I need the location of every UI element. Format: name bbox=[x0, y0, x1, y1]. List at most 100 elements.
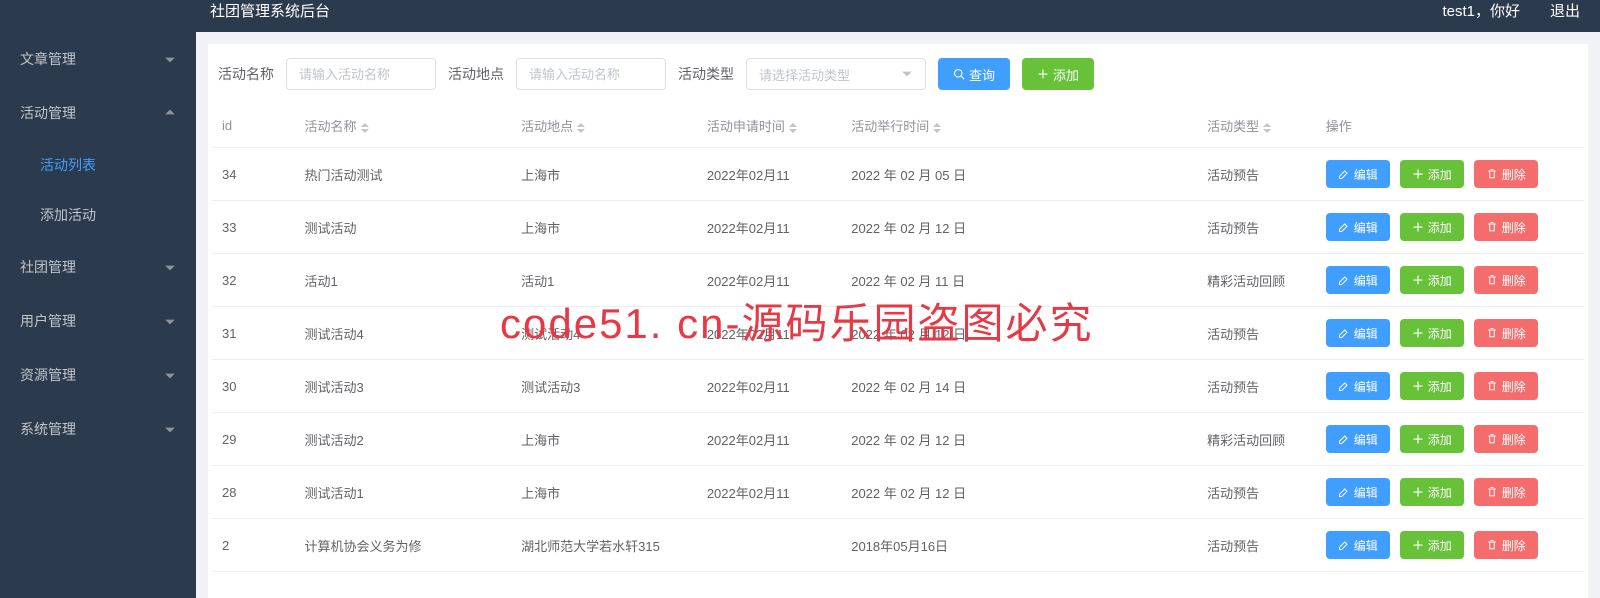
table-row: 28测试活动1上海市2022年02月112022 年 02 月 12 日活动预告… bbox=[212, 466, 1584, 519]
cell-id: 34 bbox=[212, 148, 295, 201]
cell-ops: 编辑添加删除 bbox=[1316, 466, 1584, 519]
chevron-down-icon bbox=[901, 68, 913, 80]
cell-ops: 编辑添加删除 bbox=[1316, 413, 1584, 466]
row-add-button[interactable]: 添加 bbox=[1400, 319, 1464, 347]
plus-icon bbox=[1412, 433, 1424, 445]
search-bar: 活动名称 活动地点 活动类型 请选择活动类型 查询 添加 bbox=[208, 44, 1588, 104]
chevron-down-icon bbox=[164, 369, 176, 381]
delete-button[interactable]: 删除 bbox=[1474, 213, 1538, 241]
cell-type: 活动预告 bbox=[1197, 519, 1316, 572]
sidebar-item-label: 资源管理 bbox=[20, 365, 76, 385]
delete-button[interactable]: 删除 bbox=[1474, 319, 1538, 347]
th-ops: 操作 bbox=[1316, 104, 1584, 148]
th-hold[interactable]: 活动举行时间 bbox=[841, 104, 1197, 148]
cell-apply: 2022年02月11 bbox=[697, 466, 841, 519]
edit-button[interactable]: 编辑 bbox=[1326, 372, 1390, 400]
cell-type: 精彩活动回顾 bbox=[1197, 254, 1316, 307]
cell-ops: 编辑添加删除 bbox=[1316, 254, 1584, 307]
sort-icon[interactable] bbox=[1263, 123, 1271, 133]
th-loc[interactable]: 活动地点 bbox=[511, 104, 697, 148]
search-name-input[interactable] bbox=[286, 58, 436, 90]
th-id[interactable]: id bbox=[212, 104, 295, 148]
edit-button[interactable]: 编辑 bbox=[1326, 160, 1390, 188]
th-type[interactable]: 活动类型 bbox=[1197, 104, 1316, 148]
cell-name: 测试活动 bbox=[295, 201, 512, 254]
delete-button[interactable]: 删除 bbox=[1474, 266, 1538, 294]
delete-button[interactable]: 删除 bbox=[1474, 531, 1538, 559]
edit-button[interactable]: 编辑 bbox=[1326, 531, 1390, 559]
delete-button[interactable]: 删除 bbox=[1474, 478, 1538, 506]
edit-icon bbox=[1338, 433, 1350, 445]
edit-button[interactable]: 编辑 bbox=[1326, 213, 1390, 241]
cell-loc: 上海市 bbox=[511, 201, 697, 254]
cell-loc: 活动1 bbox=[511, 254, 697, 307]
sidebar-item-articles[interactable]: 文章管理 bbox=[0, 32, 196, 86]
cell-name: 测试活动4 bbox=[295, 307, 512, 360]
table-row: 34热门活动测试上海市2022年02月112022 年 02 月 05 日活动预… bbox=[212, 148, 1584, 201]
search-type-select[interactable]: 请选择活动类型 bbox=[746, 58, 926, 90]
sidebar-item-users[interactable]: 用户管理 bbox=[0, 294, 196, 348]
edit-button[interactable]: 编辑 bbox=[1326, 319, 1390, 347]
cell-type: 活动预告 bbox=[1197, 466, 1316, 519]
row-add-button[interactable]: 添加 bbox=[1400, 478, 1464, 506]
cell-ops: 编辑添加删除 bbox=[1316, 148, 1584, 201]
cell-name: 热门活动测试 bbox=[295, 148, 512, 201]
cell-loc: 上海市 bbox=[511, 148, 697, 201]
button-label: 查询 bbox=[969, 65, 995, 84]
app-header: 社团管理系统后台 test1，你好 退出 bbox=[0, 0, 1600, 32]
cell-type: 活动预告 bbox=[1197, 201, 1316, 254]
table-row: 2计算机协会义务为修湖北师范大学若水轩3152018年05月16日活动预告编辑添… bbox=[212, 519, 1584, 572]
sidebar-item-clubs[interactable]: 社团管理 bbox=[0, 240, 196, 294]
chevron-down-icon bbox=[164, 315, 176, 327]
cell-id: 29 bbox=[212, 413, 295, 466]
cell-loc: 湖北师范大学若水轩315 bbox=[511, 519, 697, 572]
sidebar-item-label: 用户管理 bbox=[20, 311, 76, 331]
trash-icon bbox=[1486, 221, 1498, 233]
sidebar-subitem-activity-list[interactable]: 活动列表 bbox=[0, 140, 196, 190]
plus-icon bbox=[1412, 274, 1424, 286]
add-button[interactable]: 添加 bbox=[1022, 58, 1094, 90]
cell-loc: 测试活动3 bbox=[511, 360, 697, 413]
cell-ops: 编辑添加删除 bbox=[1316, 360, 1584, 413]
delete-button[interactable]: 删除 bbox=[1474, 425, 1538, 453]
trash-icon bbox=[1486, 168, 1498, 180]
sort-icon[interactable] bbox=[933, 123, 941, 133]
edit-button[interactable]: 编辑 bbox=[1326, 478, 1390, 506]
cell-name: 测试活动2 bbox=[295, 413, 512, 466]
sidebar-item-resources[interactable]: 资源管理 bbox=[0, 348, 196, 402]
sidebar-subitem-add-activity[interactable]: 添加活动 bbox=[0, 190, 196, 240]
row-add-button[interactable]: 添加 bbox=[1400, 160, 1464, 188]
edit-button[interactable]: 编辑 bbox=[1326, 425, 1390, 453]
trash-icon bbox=[1486, 539, 1498, 551]
plus-icon bbox=[1412, 486, 1424, 498]
row-add-button[interactable]: 添加 bbox=[1400, 372, 1464, 400]
sort-icon[interactable] bbox=[789, 123, 797, 133]
sidebar-item-activities[interactable]: 活动管理 bbox=[0, 86, 196, 140]
row-add-button[interactable]: 添加 bbox=[1400, 531, 1464, 559]
logout-link[interactable]: 退出 bbox=[1550, 0, 1580, 21]
row-add-button[interactable]: 添加 bbox=[1400, 213, 1464, 241]
th-name[interactable]: 活动名称 bbox=[295, 104, 512, 148]
edit-icon bbox=[1338, 380, 1350, 392]
search-icon bbox=[953, 68, 965, 80]
edit-button[interactable]: 编辑 bbox=[1326, 266, 1390, 294]
delete-button[interactable]: 删除 bbox=[1474, 160, 1538, 188]
row-add-button[interactable]: 添加 bbox=[1400, 266, 1464, 294]
chevron-up-icon bbox=[164, 107, 176, 119]
sort-icon[interactable] bbox=[577, 123, 585, 133]
delete-button[interactable]: 删除 bbox=[1474, 372, 1538, 400]
cell-apply: 2022年02月11 bbox=[697, 413, 841, 466]
sidebar-item-label: 社团管理 bbox=[20, 257, 76, 277]
trash-icon bbox=[1486, 274, 1498, 286]
cell-name: 测试活动1 bbox=[295, 466, 512, 519]
th-apply[interactable]: 活动申请时间 bbox=[697, 104, 841, 148]
sort-icon[interactable] bbox=[361, 123, 369, 133]
cell-loc: 上海市 bbox=[511, 413, 697, 466]
plus-icon bbox=[1412, 221, 1424, 233]
search-loc-input[interactable] bbox=[516, 58, 666, 90]
row-add-button[interactable]: 添加 bbox=[1400, 425, 1464, 453]
query-button[interactable]: 查询 bbox=[938, 58, 1010, 90]
edit-icon bbox=[1338, 539, 1350, 551]
sidebar-item-system[interactable]: 系统管理 bbox=[0, 402, 196, 456]
cell-apply bbox=[697, 519, 841, 572]
